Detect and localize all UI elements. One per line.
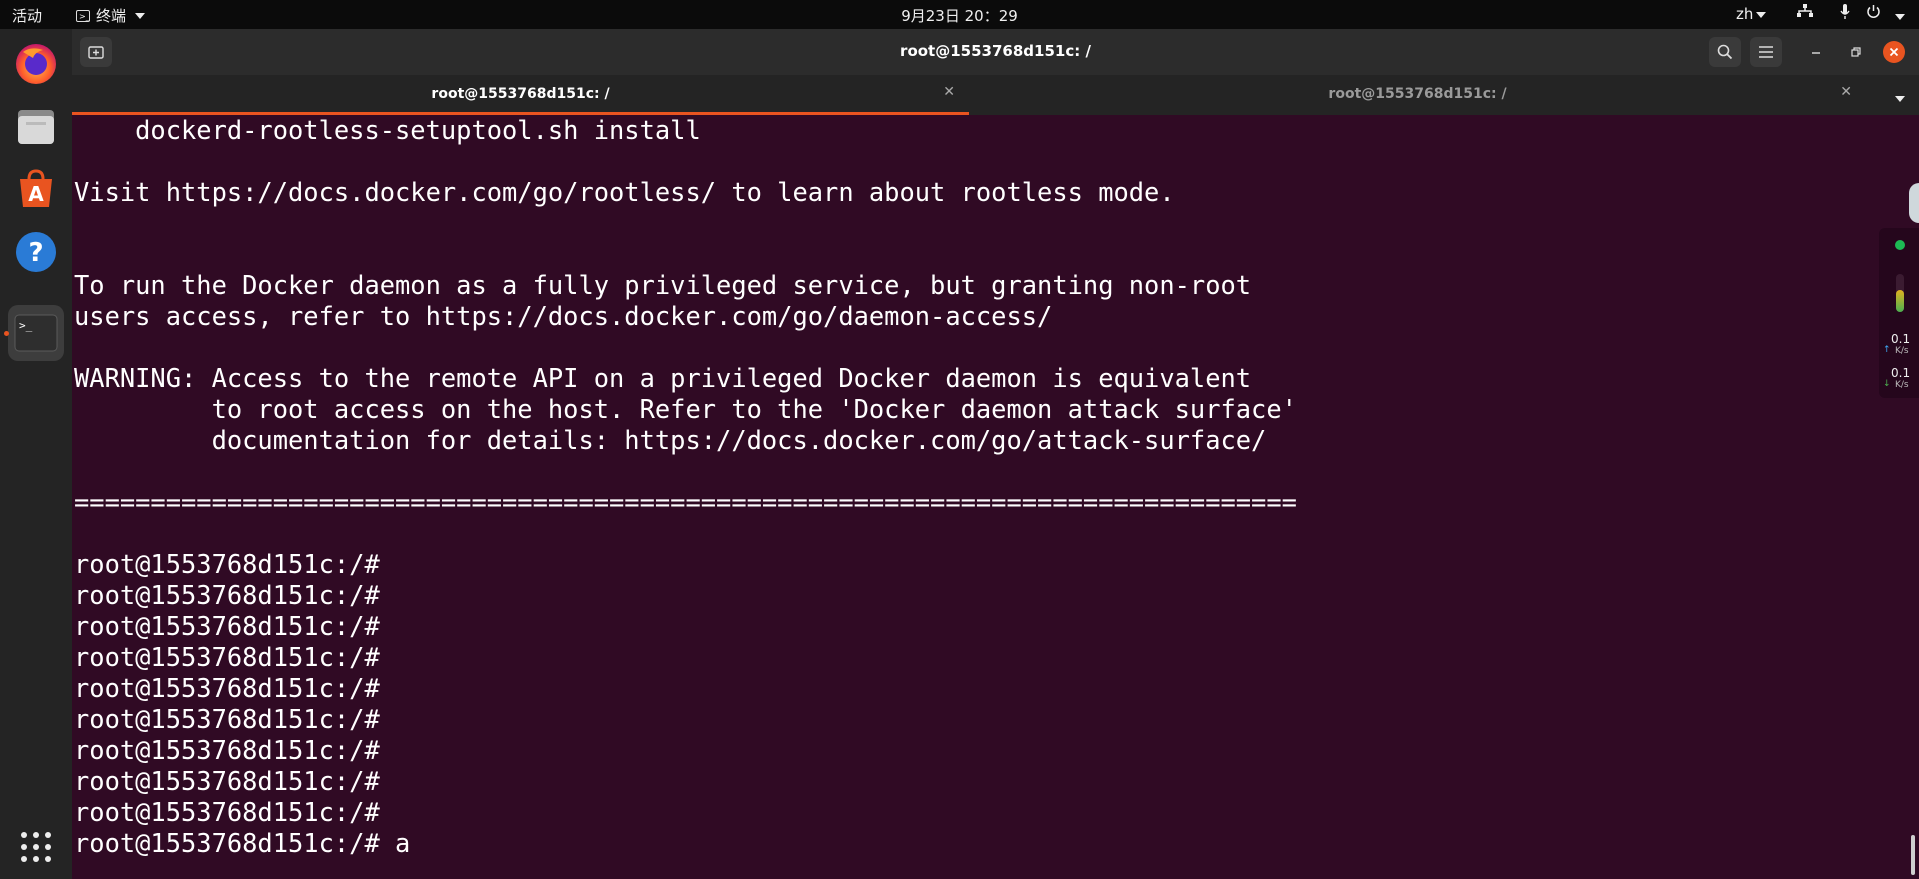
close-tab-icon[interactable]: ✕	[943, 84, 955, 100]
terminal-prompt-line: root@1553768d151c:/#	[74, 580, 380, 610]
tab-2[interactable]: root@1553768d151c: / ✕	[969, 75, 1866, 115]
terminal-line: to root access on the host. Refer to the…	[74, 394, 1297, 424]
system-menu-chevron-icon[interactable]	[1892, 7, 1905, 25]
restore-icon	[1851, 47, 1861, 57]
terminal-output[interactable]: dockerd-rootless-setuptool.sh install Vi…	[74, 115, 1884, 879]
help-launcher[interactable]: ?	[11, 227, 61, 277]
tab-1[interactable]: root@1553768d151c: / ✕	[72, 75, 969, 115]
clock-text: 9月23日 20：29	[901, 7, 1018, 25]
terminal-prompt-line: root@1553768d151c:/#	[74, 704, 380, 734]
terminal-line: dockerd-rootless-setuptool.sh install	[74, 115, 701, 145]
restore-button[interactable]	[1845, 41, 1867, 63]
language-selector[interactable]: zh	[1736, 5, 1767, 23]
clock[interactable]: 9月23日 20：29	[0, 5, 1919, 26]
network-speed-widget: 0.1 ↑ K/s 0.1 ↓ K/s	[1879, 228, 1919, 398]
microphone-icon[interactable]	[1840, 4, 1850, 24]
terminal-prompt-line: root@1553768d151c:/# a	[74, 828, 411, 858]
svg-text:?: ?	[28, 238, 43, 268]
minimize-icon	[1812, 52, 1820, 54]
show-applications-button[interactable]	[11, 822, 61, 872]
language-label: zh	[1736, 5, 1754, 23]
app-grid-icon	[21, 832, 51, 862]
search-icon	[1717, 44, 1733, 60]
terminal-prompt-line: root@1553768d151c:/#	[74, 611, 380, 641]
level-meter	[1896, 274, 1904, 312]
terminal-prompt-line: root@1553768d151c:/#	[74, 735, 380, 765]
svg-text:A: A	[28, 182, 44, 206]
status-dot	[1895, 240, 1905, 250]
side-widget-handle[interactable]	[1909, 183, 1919, 223]
tab-label: root@1553768d151c: /	[1328, 86, 1507, 102]
tab-bar: root@1553768d151c: / ✕ root@1553768d151c…	[72, 75, 1919, 115]
software-icon: A	[20, 169, 52, 207]
terminal-icon: >_	[14, 314, 58, 352]
files-launcher[interactable]	[11, 101, 61, 151]
terminal-line: WARNING: Access to the remote API on a p…	[74, 363, 1252, 393]
menu-button[interactable]	[1750, 37, 1782, 67]
terminal-prompt-line: root@1553768d151c:/#	[74, 766, 380, 796]
hamburger-icon	[1759, 46, 1773, 58]
close-tab-icon[interactable]: ✕	[1840, 84, 1852, 100]
running-indicator	[4, 331, 9, 336]
upload-speed-value: 0.1	[1891, 332, 1911, 346]
svg-text:>_: >_	[19, 319, 33, 332]
terminal-prompt-line: root@1553768d151c:/#	[74, 673, 380, 703]
firefox-icon	[16, 44, 56, 84]
tab-list-chevron-icon[interactable]	[1892, 91, 1905, 107]
terminal-prompt-line: root@1553768d151c:/#	[74, 642, 380, 672]
minimize-button[interactable]	[1805, 41, 1827, 63]
terminal-launcher[interactable]: >_	[8, 305, 64, 361]
terminal-line: To run the Docker daemon as a fully priv…	[74, 270, 1252, 300]
software-launcher[interactable]: A	[11, 164, 61, 214]
dock: A ? >_	[0, 29, 72, 879]
close-button[interactable]	[1883, 41, 1905, 63]
scrollbar[interactable]	[1911, 835, 1915, 875]
help-icon: ?	[16, 232, 56, 272]
network-icon[interactable]	[1797, 4, 1813, 22]
upload-speed-unit: K/s	[1895, 346, 1909, 356]
download-speed-value: 0.1	[1891, 366, 1911, 380]
download-speed-unit: K/s	[1895, 380, 1909, 390]
terminal-line: ========================================…	[74, 487, 1297, 517]
close-icon	[1889, 47, 1899, 57]
tab-label: root@1553768d151c: /	[431, 86, 610, 102]
window-header: root@1553768d151c: /	[72, 29, 1919, 75]
firefox-launcher[interactable]	[11, 38, 61, 88]
terminal-prompt-line: root@1553768d151c:/#	[74, 549, 380, 579]
terminal-prompt-line: root@1553768d151c:/#	[74, 797, 380, 827]
files-icon	[18, 110, 54, 144]
top-bar: 活动 >_ 终端 9月23日 20：29 zh	[0, 0, 1919, 29]
chevron-down-icon	[1756, 11, 1767, 18]
window-title: root@1553768d151c: /	[900, 42, 1091, 60]
terminal-line: documentation for details: https://docs.…	[74, 425, 1267, 455]
download-arrow-icon: ↓	[1883, 379, 1891, 389]
upload-arrow-icon: ↑	[1883, 345, 1891, 355]
search-button[interactable]	[1709, 37, 1741, 67]
terminal-line: Visit https://docs.docker.com/go/rootles…	[74, 177, 1175, 207]
terminal-line: users access, refer to https://docs.dock…	[74, 301, 1053, 331]
power-icon[interactable]	[1866, 4, 1881, 23]
